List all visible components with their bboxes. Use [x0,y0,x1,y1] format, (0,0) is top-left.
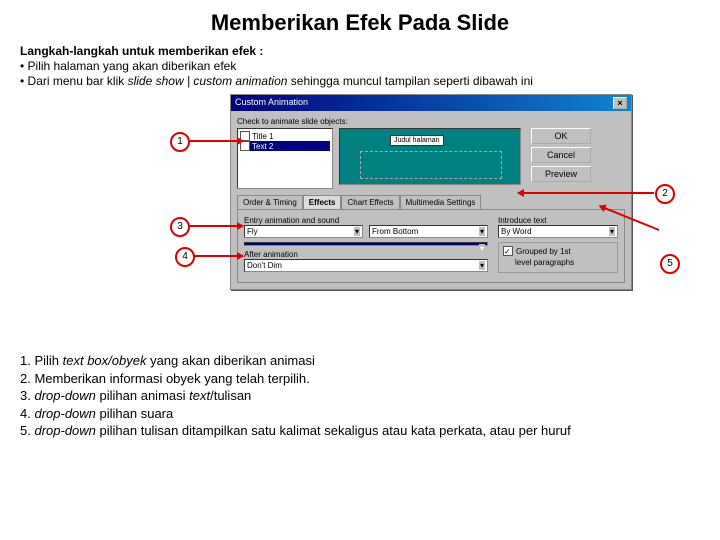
cancel-button[interactable]: Cancel [531,147,591,163]
legend-item: 2. Memberikan informasi obyek yang telah… [20,370,700,388]
after-animation-dropdown[interactable]: Don't Dim [244,259,488,272]
tab-multimedia[interactable]: Multimedia Settings [400,195,482,209]
entry-label: Entry animation and sound [244,216,488,225]
arrow-icon [518,192,654,194]
check-caption: Check to animate slide objects: [237,117,625,126]
effects-panel: Entry animation and sound Fly From Botto… [237,209,625,283]
dialog-tabs: Order & TimingEffectsChart EffectsMultim… [237,195,625,209]
preview-panel: Judul halaman [339,128,521,185]
legend: 1. Pilih text box/obyek yang akan diberi… [20,352,700,440]
list-item[interactable]: Title 1 [240,131,330,141]
animate-objects-list[interactable]: Title 1 ✓Text 2 [237,128,333,189]
arrow-icon [188,225,243,227]
callout-4: 4 [175,247,195,267]
callout-5: 5 [660,254,680,274]
animation-dropdown[interactable]: Fly [244,225,363,238]
direction-dropdown[interactable]: From Bottom [369,225,488,238]
after-label: After animation [244,250,488,259]
annotated-screenshot: Custom Animation × Check to animate slid… [20,94,700,324]
arrow-icon [193,255,243,257]
legend-item: 5. drop-down pilihan tulisan ditampilkan… [20,422,700,440]
ok-button[interactable]: OK [531,128,591,144]
legend-item: 3. drop-down pilihan animasi text/tulisa… [20,387,700,405]
step-1: Pilih halaman yang akan diberikan efek [20,59,700,73]
grouping-options: ✓Grouped by 1st level paragraphs [498,242,618,273]
dialog-title: Custom Animation [235,97,308,109]
list-item[interactable]: ✓Text 2 [240,141,330,151]
arrow-icon [188,140,243,142]
tab-effects[interactable]: Effects [303,195,342,209]
tab-order-timing[interactable]: Order & Timing [237,195,303,209]
introduce-text-dropdown[interactable]: By Word [498,225,618,238]
legend-item: 4. drop-down pilihan suara [20,405,700,423]
close-icon[interactable]: × [613,97,627,109]
checkbox-icon[interactable]: ✓ [503,246,513,256]
steps-intro: Langkah-langkah untuk memberikan efek : [20,44,700,58]
callout-1: 1 [170,132,190,152]
tab-chart-effects[interactable]: Chart Effects [341,195,399,209]
callout-2: 2 [655,184,675,204]
step-2: Dari menu bar klik slide show | custom a… [20,74,700,88]
sound-dropdown[interactable] [244,242,488,246]
preview-button[interactable]: Preview [531,166,591,182]
legend-item: 1. Pilih text box/obyek yang akan diberi… [20,352,700,370]
callout-3: 3 [170,217,190,237]
introduce-text-label: Introduce text [498,216,618,225]
page-title: Memberikan Efek Pada Slide [20,10,700,36]
dialog-titlebar: Custom Animation × [231,95,631,111]
